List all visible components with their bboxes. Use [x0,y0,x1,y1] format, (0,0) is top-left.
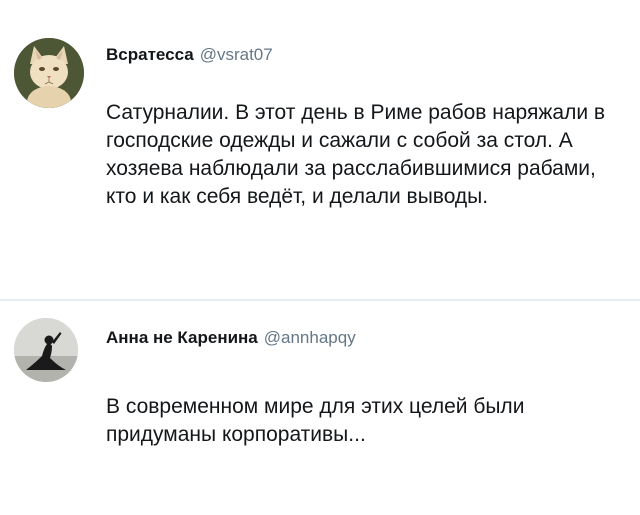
tweet-card[interactable]: Анна не Каренина @annhapqy В современном … [0,300,640,515]
cat-portrait-icon [14,38,84,108]
person-silhouette-avatar[interactable] [14,318,78,382]
person-silhouette-icon [14,318,78,382]
tweet-card[interactable]: Всратесса @vsrat07 Сатурналии. В этот ден… [0,0,640,300]
user-handle[interactable]: @vsrat07 [200,45,273,64]
user-handle[interactable]: @annhapqy [264,328,356,347]
display-name[interactable]: Анна не Каренина [106,328,258,347]
tweet-header: Анна не Каренина @annhapqy [106,327,356,349]
tweet-thread: Всратесса @vsrat07 Сатурналии. В этот ден… [0,0,640,515]
tweet-text: Сатурналии. В этот день в Риме рабов нар… [106,101,606,208]
cat-portrait-avatar[interactable] [14,38,84,108]
display-name[interactable]: Всратесса [106,45,194,64]
tweet-text: В современном мире для этих целей были п… [106,395,525,446]
tweet-header: Всратесса @vsrat07 [106,44,273,66]
